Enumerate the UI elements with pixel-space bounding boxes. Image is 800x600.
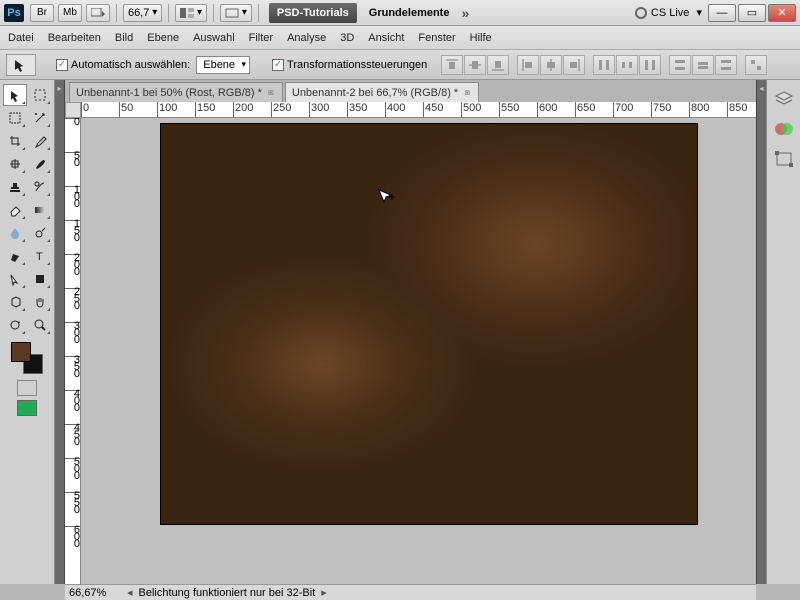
menu-datei[interactable]: Datei (8, 32, 34, 44)
window-minimize-button[interactable]: — (708, 4, 736, 22)
tool-gradient[interactable] (28, 199, 52, 221)
document-tab[interactable]: Unbenannt-1 bei 50% (Rost, RGB/8) *⧆ (69, 82, 283, 102)
status-bar: 66,67% ◂ Belichtung funktioniert nur bei… (65, 584, 756, 600)
tool-type[interactable]: T (28, 245, 52, 267)
document-area: Unbenannt-1 bei 50% (Rost, RGB/8) *⧆ Unb… (65, 80, 756, 584)
close-tab-icon[interactable]: ⧆ (266, 88, 276, 98)
tool-artboard[interactable] (28, 84, 52, 106)
menu-fenster[interactable]: Fenster (418, 32, 455, 44)
options-bar: ✓Automatisch auswählen: Ebene ✓Transform… (0, 50, 800, 80)
tool-stamp[interactable] (3, 176, 27, 198)
workspace-more-icon[interactable]: » (461, 5, 469, 21)
align-vcenter-button[interactable] (464, 55, 486, 75)
tool-rotate-view[interactable] (3, 314, 27, 336)
app-logo-icon: Ps (4, 4, 24, 22)
distribute-top-button[interactable] (593, 55, 615, 75)
vertical-ruler[interactable]: 050100150200250300350400450500550600 (65, 118, 81, 584)
ruler-origin[interactable] (65, 102, 81, 118)
cs-live-button[interactable]: CS Live ▾ (635, 6, 702, 19)
tool-eyedropper[interactable] (28, 130, 52, 152)
status-message: Belichtung funktioniert nur bei 32-Bit (139, 587, 316, 599)
auto-align-button[interactable] (745, 55, 767, 75)
menu-analyse[interactable]: Analyse (287, 32, 326, 44)
transform-controls-checkbox[interactable]: ✓Transformationssteuerungen (272, 59, 427, 71)
tool-hand[interactable] (28, 291, 52, 313)
color-swatches[interactable] (11, 342, 43, 374)
distribute-right-button[interactable] (715, 55, 737, 75)
view-extras-button[interactable] (86, 4, 110, 22)
quick-mask-button[interactable] (17, 380, 37, 396)
window-maximize-button[interactable]: ▭ (738, 4, 766, 22)
close-tab-icon[interactable]: ⧆ (462, 88, 472, 98)
menu-ebene[interactable]: Ebene (147, 32, 179, 44)
menu-bearbeiten[interactable]: Bearbeiten (48, 32, 101, 44)
status-next-icon[interactable]: ▸ (321, 586, 327, 599)
tool-crop[interactable] (3, 130, 27, 152)
document-tab[interactable]: Unbenannt-2 bei 66,7% (RGB/8) *⧆ (285, 82, 479, 102)
auto-select-checkbox[interactable]: ✓Automatisch auswählen: (56, 59, 190, 71)
layers-panel-icon[interactable] (772, 88, 796, 110)
adjustments-panel-icon[interactable] (772, 118, 796, 140)
status-prev-icon[interactable]: ◂ (127, 586, 133, 599)
distribute-left-button[interactable] (669, 55, 691, 75)
align-right-button[interactable] (563, 55, 585, 75)
menu-filter[interactable]: Filter (249, 32, 273, 44)
cs-live-icon (635, 7, 647, 19)
minibridge-button[interactable]: Mb (58, 4, 82, 22)
distribute-hcenter-button[interactable] (692, 55, 714, 75)
svg-text:T: T (36, 251, 43, 263)
foreground-color-swatch[interactable] (11, 342, 31, 362)
tool-brush[interactable] (28, 153, 52, 175)
paths-panel-icon[interactable] (772, 148, 796, 170)
distribute-vcenter-button[interactable] (616, 55, 638, 75)
tool-magic-wand[interactable] (28, 107, 52, 129)
menu-auswahl[interactable]: Auswahl (193, 32, 235, 44)
align-top-button[interactable] (441, 55, 463, 75)
tool-dodge[interactable] (28, 222, 52, 244)
align-hcenter-button[interactable] (540, 55, 562, 75)
tool-blur[interactable] (3, 222, 27, 244)
menu-hilfe[interactable]: Hilfe (470, 32, 492, 44)
menu-3d[interactable]: 3D (340, 32, 354, 44)
toolbox: T (0, 80, 55, 584)
tool-history-brush[interactable] (28, 176, 52, 198)
horizontal-ruler[interactable]: 0501001502002503003504004505005506006507… (81, 102, 756, 118)
screen-mode-button[interactable]: ▾ (220, 4, 252, 22)
menu-ansicht[interactable]: Ansicht (368, 32, 404, 44)
auto-select-target-dropdown[interactable]: Ebene (196, 56, 250, 74)
window-close-button[interactable]: ✕ (768, 4, 796, 22)
align-buttons-group (441, 55, 767, 75)
document-tabs: Unbenannt-1 bei 50% (Rost, RGB/8) *⧆ Unb… (65, 80, 756, 102)
tool-healing[interactable] (3, 153, 27, 175)
workspace-grundelemente[interactable]: Grundelemente (369, 7, 450, 19)
screen-mode-toggle[interactable] (17, 400, 37, 416)
title-bar: Ps Br Mb 66,7 ▾ ▾ ▾ PSD-Tutorials Grunde… (0, 0, 800, 26)
current-tool-icon[interactable] (6, 54, 36, 76)
tool-move[interactable] (3, 84, 27, 106)
menu-bild[interactable]: Bild (115, 32, 133, 44)
arrange-documents-button[interactable]: ▾ (175, 4, 207, 22)
align-bottom-button[interactable] (487, 55, 509, 75)
right-panel-collapsed (766, 80, 800, 584)
bridge-button[interactable]: Br (30, 4, 54, 22)
distribute-bottom-button[interactable] (639, 55, 661, 75)
tool-3d[interactable] (3, 291, 27, 313)
right-panel-gutter[interactable]: ◂ (756, 80, 766, 584)
workspace-psd-tutorials[interactable]: PSD-Tutorials (269, 3, 357, 23)
left-panel-gutter[interactable]: ▸ (55, 80, 65, 584)
tool-marquee[interactable] (3, 107, 27, 129)
zoom-level-dropdown[interactable]: 66,7 ▾ (123, 4, 162, 22)
tool-pen[interactable] (3, 245, 27, 267)
status-zoom[interactable]: 66,67% (69, 587, 121, 599)
tool-path-select[interactable] (3, 268, 27, 290)
menu-bar: Datei Bearbeiten Bild Ebene Auswahl Filt… (0, 26, 800, 50)
tool-zoom[interactable] (28, 314, 52, 336)
tool-eraser[interactable] (3, 199, 27, 221)
align-left-button[interactable] (517, 55, 539, 75)
canvas[interactable] (161, 124, 697, 524)
tool-shape[interactable] (28, 268, 52, 290)
